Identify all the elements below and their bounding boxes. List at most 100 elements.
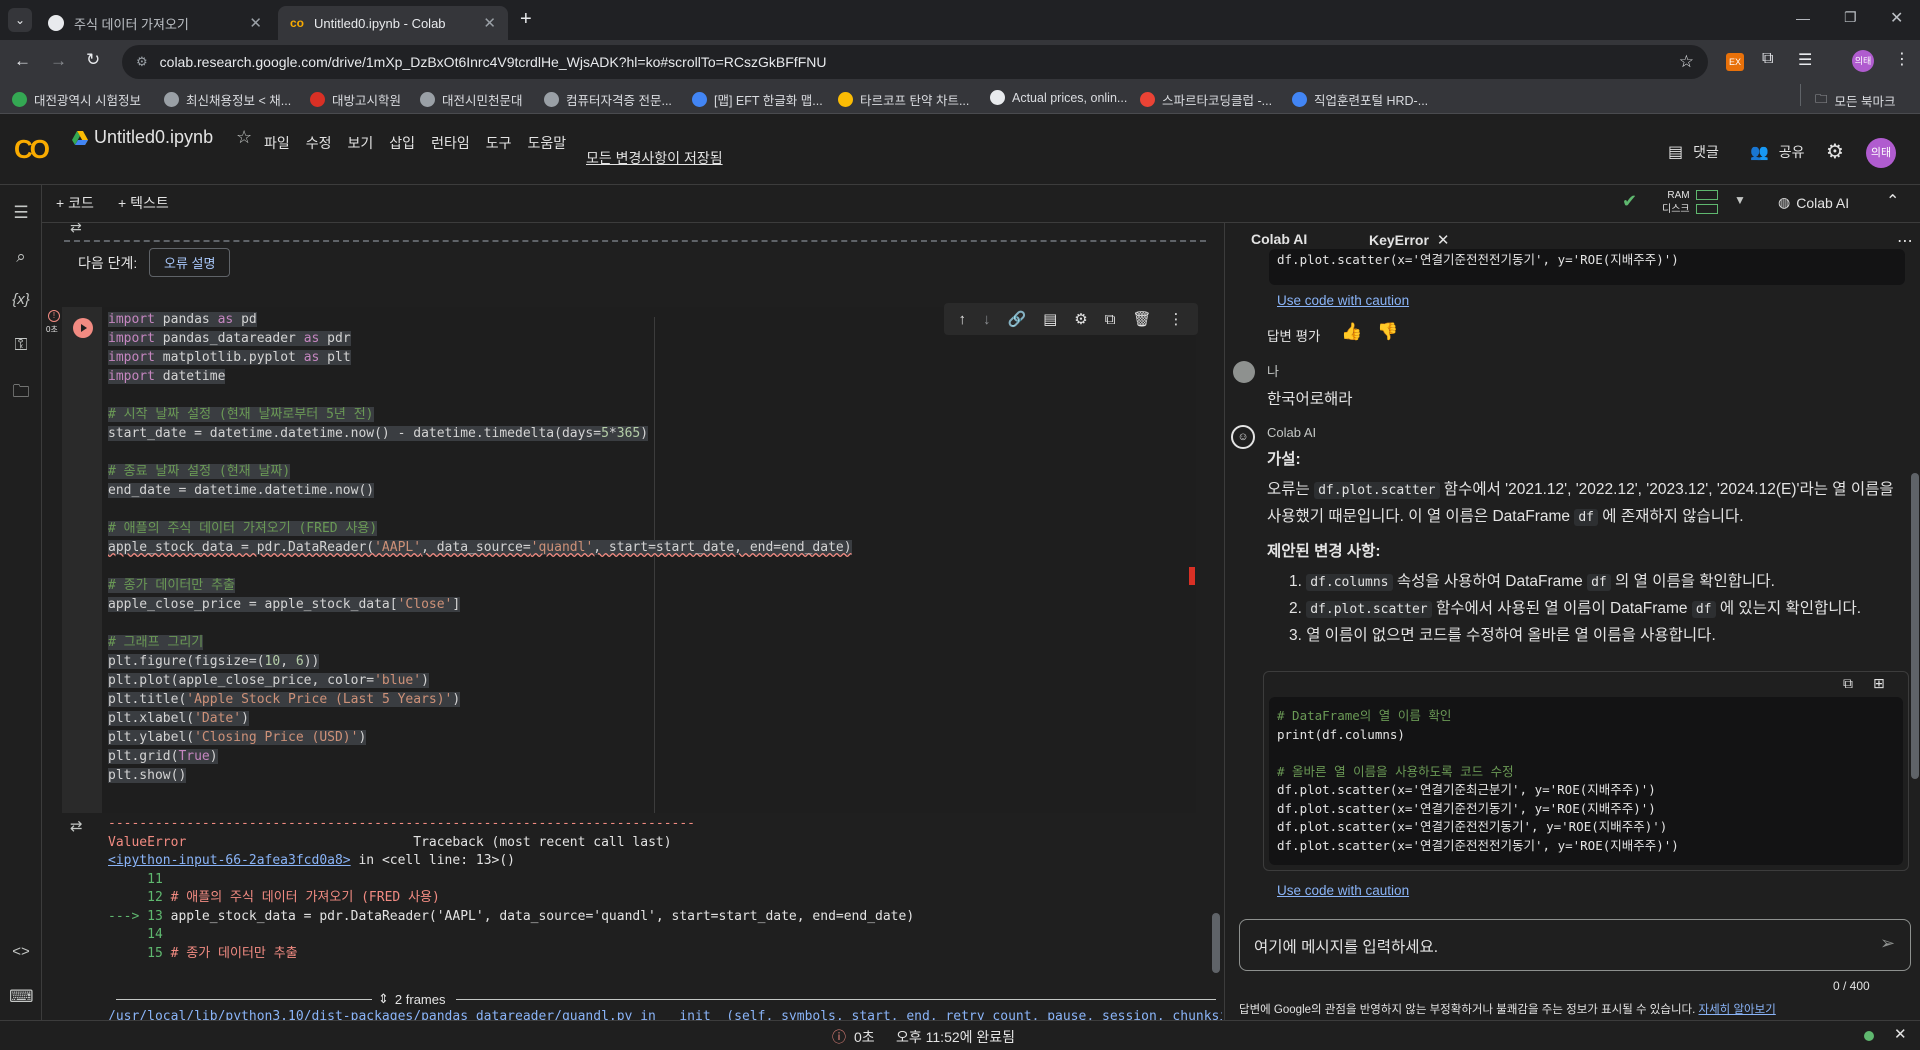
comments-button[interactable]: ▤ 댓글 — [1668, 142, 1719, 162]
menu-view[interactable]: 보기 — [348, 133, 374, 153]
command-palette-icon[interactable]: ⌨ — [9, 987, 34, 1011]
bookmark-item[interactable]: 직업훈련포털 HRD-... — [1292, 90, 1428, 109]
back-arrow-icon[interactable]: ← — [14, 51, 31, 71]
bookmark-item[interactable]: Actual prices, onlin... — [990, 90, 1127, 105]
secrets-key-icon[interactable]: ⚿ — [9, 335, 33, 359]
menu-help[interactable]: 도움말 — [527, 133, 566, 153]
expand-frames-button[interactable]: ⇕ 2 frames — [372, 991, 452, 1007]
all-bookmarks-button[interactable]: 🗀 모든 북마크 — [1815, 90, 1896, 111]
menu-runtime[interactable]: 런타임 — [431, 133, 470, 153]
browser-menu-icon[interactable]: ⋮ — [1894, 49, 1910, 69]
bookmark-item[interactable]: 컴퓨터자격증 전문... — [544, 90, 672, 109]
close-tab-icon[interactable]: ✕ — [249, 14, 262, 32]
browser-tab-stock-data[interactable]: 주식 데이터 가져오기 ✕ — [36, 6, 274, 40]
notebook-filename[interactable]: Untitled0.ipynb — [94, 127, 213, 148]
traceback-path-link[interactable]: /usr/local/lib/python3.10/dist-packages/… — [108, 1009, 1222, 1020]
error-type: ValueError — [108, 834, 187, 850]
move-up-icon[interactable]: ↑ — [958, 311, 966, 328]
panel-more-icon[interactable]: ⋯ — [1897, 231, 1913, 251]
bookmark-favicon-icon — [692, 92, 707, 107]
thumbs-up-icon[interactable]: 👍 — [1341, 322, 1362, 342]
copy-code-icon[interactable]: ⧉ — [1843, 675, 1853, 692]
notebook-scrollbar-thumb[interactable] — [1212, 913, 1220, 973]
bookmark-item[interactable]: [맵] EFT 한글화 맵... — [692, 90, 823, 109]
browser-tab-colab[interactable]: co Untitled0.ipynb - Colab ✕ — [278, 6, 508, 40]
new-tab-plus-icon[interactable]: + — [520, 8, 532, 31]
collapse-header-icon[interactable]: ⌃ — [1886, 191, 1899, 211]
url-text: colab.research.google.com/drive/1mXp_DzB… — [159, 54, 827, 70]
close-tab-icon[interactable]: ✕ — [483, 14, 496, 32]
close-tab-icon[interactable]: ✕ — [1437, 231, 1450, 249]
tab-search-chevron-icon[interactable]: ⌄ — [8, 8, 32, 32]
forward-arrow-icon[interactable]: → — [50, 51, 67, 71]
tab-colab-ai[interactable]: Colab AI — [1251, 231, 1307, 247]
drive-icon[interactable] — [72, 131, 88, 145]
traceback-input-link[interactable]: <ipython-input-66-2afea3fcd0a8> — [108, 853, 351, 868]
bookmark-item[interactable]: 대전광역시 시험정보 — [12, 90, 141, 109]
bookmark-star-icon[interactable]: ☆ — [1679, 52, 1694, 72]
output-actions-icon[interactable]: ⇄ — [70, 817, 83, 835]
address-bar[interactable]: ⚙ colab.research.google.com/drive/1mXp_D… — [122, 45, 1708, 79]
share-button[interactable]: 👥 공유 — [1750, 142, 1804, 162]
files-folder-icon[interactable]: 🗀 — [9, 379, 33, 403]
link-icon[interactable]: 🔗 — [1007, 310, 1026, 328]
move-down-icon[interactable]: ↓ — [983, 311, 991, 328]
cell-settings-gear-icon[interactable]: ⚙ — [1074, 310, 1087, 328]
reading-list-icon[interactable]: ☰ — [1798, 50, 1812, 70]
colab-logo-icon[interactable]: CO — [14, 134, 50, 165]
settings-gear-icon[interactable]: ⚙ — [1826, 139, 1844, 164]
site-info-icon[interactable]: ⚙ — [136, 54, 148, 70]
insert-code-icon[interactable]: ⊞ — [1873, 675, 1885, 692]
comment-icon[interactable]: ▤ — [1043, 310, 1057, 328]
run-cell-button[interactable] — [73, 318, 93, 338]
explain-error-button[interactable]: 오류 설명 — [149, 248, 231, 277]
menu-edit[interactable]: 수정 — [306, 133, 332, 153]
runtime-dropdown-icon[interactable]: ▼ — [1734, 193, 1746, 207]
close-status-icon[interactable]: ✕ — [1894, 1025, 1907, 1043]
execution-status[interactable]: ⓘ 0초 — [832, 1027, 875, 1047]
ai-message-input[interactable]: 여기에 메시지를 입력하세요. ➢ — [1239, 919, 1911, 971]
panel-scrollbar-thumb[interactable] — [1911, 473, 1919, 779]
star-icon[interactable]: ☆ — [236, 127, 252, 148]
thumbs-down-icon[interactable]: 👎 — [1377, 322, 1398, 342]
output-toggle-icon[interactable]: ⇄ — [70, 223, 82, 236]
all-bookmarks-label: 모든 북마크 — [1834, 95, 1896, 109]
more-vert-icon[interactable]: ⋮ — [1168, 310, 1183, 328]
menu-tools[interactable]: 도구 — [486, 133, 512, 153]
bookmark-item[interactable]: 대방고시학원 — [310, 90, 401, 109]
bookmark-item[interactable]: 최신채용정보 < 채... — [164, 90, 291, 109]
reload-icon[interactable]: ↻ — [86, 50, 100, 70]
menu-insert[interactable]: 삽입 — [389, 133, 415, 153]
menu-file[interactable]: 파일 — [264, 133, 290, 153]
use-code-link[interactable]: Use code with caution — [1277, 883, 1409, 898]
bookmark-item[interactable]: 스파르타코딩클럽 -... — [1140, 90, 1272, 109]
add-text-cell-button[interactable]: + 텍스트 — [118, 193, 169, 213]
code-snippets-icon[interactable]: <> — [9, 943, 33, 967]
resource-labels[interactable]: RAM 디스크 — [1662, 189, 1690, 217]
mirror-cell-icon[interactable]: ⧉ — [1105, 311, 1116, 328]
profile-avatar[interactable]: 의태 — [1852, 50, 1874, 72]
bookmark-item[interactable]: 대전시민천문대 — [420, 90, 523, 109]
table-of-contents-icon[interactable]: ☰ — [9, 203, 33, 227]
search-icon[interactable]: ⌕ — [9, 247, 33, 271]
colab-ai-button[interactable]: ◍ Colab AI — [1778, 194, 1849, 211]
extensions-puzzle-icon[interactable]: ⧉ — [1762, 50, 1773, 68]
bookmark-item[interactable]: 타르코프 탄약 차트... — [838, 90, 969, 109]
account-avatar[interactable]: 의태 — [1866, 138, 1896, 168]
extension-icon[interactable]: EX — [1726, 53, 1744, 71]
use-code-link[interactable]: Use code with caution — [1277, 293, 1409, 308]
menu-bar: 파일 수정 보기 삽입 런타임 도구 도움말 — [264, 133, 582, 153]
variables-icon[interactable]: {x} — [9, 291, 33, 315]
restore-window-icon[interactable]: ❐ — [1844, 9, 1857, 26]
send-icon[interactable]: ➢ — [1880, 933, 1895, 954]
close-window-icon[interactable]: ✕ — [1890, 8, 1903, 28]
learn-more-link[interactable]: 자세히 알아보기 — [1699, 1004, 1776, 1016]
delete-trash-icon[interactable]: 🗑 — [1132, 310, 1151, 328]
minimize-window-icon[interactable]: — — [1796, 10, 1810, 26]
saved-status[interactable]: 모든 변경사항이 저장됨 — [586, 148, 723, 168]
add-code-cell-button[interactable]: + 코드 — [56, 193, 94, 213]
tab-keyerror[interactable]: KeyError ✕ — [1369, 231, 1450, 249]
